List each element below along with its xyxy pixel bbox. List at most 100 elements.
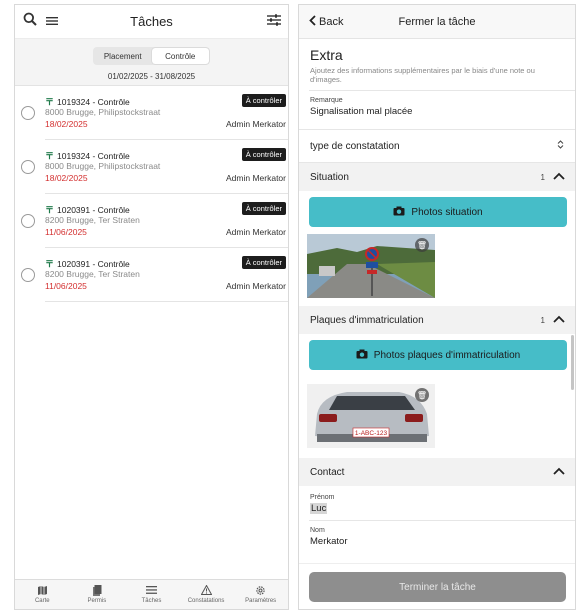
- button-label: Photos plaques d'immatriculation: [373, 349, 521, 361]
- segmented-control: Placement Contrôle: [93, 47, 210, 65]
- trash-icon[interactable]: 🗑: [415, 238, 429, 252]
- task-address: 8000 Brugge, Philipstockstraat: [45, 107, 161, 117]
- date-range[interactable]: 01/02/2025 - 31/08/2025: [15, 72, 288, 81]
- nav-constatations[interactable]: Constatations: [179, 580, 234, 609]
- nav-label: Paramètres: [245, 598, 277, 604]
- task-item[interactable]: 〒 1020391 - Contrôle 8200 Brugge, Ter Str…: [21, 248, 288, 302]
- search-icon[interactable]: [23, 12, 37, 31]
- nav-parametres[interactable]: Paramètres: [233, 580, 288, 609]
- task-date: 18/02/2025: [45, 119, 88, 129]
- chevron-up-icon: [553, 467, 565, 478]
- chevron-up-icon: [553, 172, 565, 183]
- menu-icon[interactable]: [46, 13, 58, 31]
- task-assignee: Admin Merkator: [226, 173, 286, 183]
- extra-title: Extra: [310, 47, 343, 63]
- bottom-nav: Carte Permis Tâches Constatations Paramè…: [15, 579, 288, 609]
- permits-icon: [92, 585, 102, 597]
- task-assignee: Admin Merkator: [226, 281, 286, 291]
- task-address: 8000 Brugge, Philipstockstraat: [45, 161, 161, 171]
- status-badge: À contrôler: [241, 256, 286, 269]
- segment-controle[interactable]: Contrôle: [151, 48, 209, 64]
- status-badge: À contrôler: [241, 202, 286, 215]
- situation-photos-button[interactable]: Photos situation: [309, 197, 567, 227]
- nav-label: Carte: [34, 598, 50, 604]
- plate-number: 1-ABC-123: [355, 430, 388, 437]
- task-radio[interactable]: [21, 268, 35, 282]
- chevron-left-icon: [309, 14, 316, 29]
- last-name-field[interactable]: Nom Merkator: [299, 527, 575, 547]
- footer: Terminer la tâche: [299, 563, 575, 609]
- tasks-screen: Tâches Placement Contrôle 01/02/2025 - 3…: [14, 4, 289, 610]
- chevron-up-down-icon: [557, 140, 564, 152]
- first-name-label: Prénom: [310, 494, 335, 501]
- select-label: type de constatation: [310, 140, 400, 152]
- finish-task-button[interactable]: Terminer la tâche: [309, 572, 566, 602]
- status-badge: À contrôler: [241, 94, 286, 107]
- photo-count: 1: [540, 315, 545, 325]
- nav-permis[interactable]: Permis: [70, 580, 125, 609]
- section-title: Situation: [310, 171, 349, 183]
- observation-type-select[interactable]: type de constatation: [299, 129, 575, 163]
- first-name-wrap: Luc: [299, 501, 575, 514]
- last-name-value: Merkator: [310, 536, 348, 547]
- task-assignee: Admin Merkator: [226, 227, 286, 237]
- task-date: 18/02/2025: [45, 173, 88, 183]
- contact-section-header[interactable]: Contact: [299, 458, 575, 486]
- nav-label: Constatations: [187, 598, 225, 604]
- close-task-screen: Back Fermer la tâche Extra Ajoutez des i…: [298, 4, 576, 610]
- plates-section-header[interactable]: Plaques d'immatriculation 1: [299, 306, 575, 334]
- filter-area: Placement Contrôle 01/02/2025 - 31/08/20…: [15, 39, 288, 86]
- back-button[interactable]: Back: [309, 14, 344, 29]
- gear-icon: [255, 585, 266, 597]
- photo-count: 1: [540, 172, 545, 182]
- task-radio[interactable]: [21, 160, 35, 174]
- chevron-up-icon: [553, 315, 565, 326]
- trash-icon[interactable]: 🗑: [415, 388, 429, 402]
- nav-carte[interactable]: Carte: [15, 580, 70, 609]
- task-item[interactable]: 〒 1019324 - Contrôle 8000 Brugge, Philips…: [21, 86, 288, 140]
- task-item[interactable]: 〒 1020391 - Contrôle 8200 Brugge, Ter Str…: [21, 194, 288, 248]
- scrollbar[interactable]: [571, 335, 574, 390]
- remark-value: Signalisation mal placée: [310, 106, 413, 117]
- situation-section-header[interactable]: Situation 1: [299, 163, 575, 191]
- nav-label: Tâches: [141, 598, 162, 604]
- nav-taches[interactable]: Tâches: [124, 580, 179, 609]
- task-id: 1019324 - Contrôle: [57, 150, 130, 161]
- task-address: 8200 Brugge, Ter Straten: [45, 215, 140, 225]
- task-date: 11/06/2025: [45, 281, 87, 291]
- task-id: 1020391 - Contrôle: [57, 258, 130, 269]
- filter-sliders-icon[interactable]: [266, 13, 281, 31]
- task-id: 1020391 - Contrôle: [57, 204, 130, 215]
- warning-icon: [200, 584, 212, 597]
- task-id: 1019324 - Contrôle: [57, 96, 130, 107]
- task-assignee: Admin Merkator: [226, 119, 286, 129]
- section-title: Plaques d'immatriculation: [310, 314, 424, 326]
- tasks-header: Tâches: [15, 5, 288, 39]
- back-label: Back: [319, 15, 344, 28]
- segment-placement[interactable]: Placement: [94, 48, 152, 64]
- situation-photo[interactable]: 🗑: [307, 234, 435, 298]
- task-item[interactable]: 〒 1019324 - Contrôle 8000 Brugge, Philips…: [21, 140, 288, 194]
- last-name-label: Nom: [310, 527, 325, 534]
- camera-icon: [393, 206, 405, 219]
- task-list: 〒 1019324 - Contrôle 8000 Brugge, Philips…: [15, 86, 288, 302]
- extra-description: Ajoutez des informations supplémentaires…: [310, 66, 535, 84]
- button-label: Photos situation: [411, 206, 483, 218]
- camera-icon: [356, 349, 368, 362]
- page-title: Tâches: [130, 14, 173, 29]
- remark-field[interactable]: Remarque Signalisation mal placée: [299, 97, 575, 117]
- map-icon: [37, 585, 48, 597]
- plate-photos-button[interactable]: Photos plaques d'immatriculation: [309, 340, 567, 370]
- close-task-header: Back Fermer la tâche: [299, 5, 575, 39]
- plate-photo[interactable]: 1-ABC-123 🗑: [307, 384, 435, 448]
- section-title: Contact: [310, 466, 345, 478]
- task-date: 11/06/2025: [45, 227, 87, 237]
- nav-label: Permis: [87, 598, 107, 604]
- first-name-value: Luc: [310, 503, 328, 514]
- close-task-form: Extra Ajoutez des informations supplémen…: [299, 39, 575, 563]
- task-radio[interactable]: [21, 106, 35, 120]
- list-icon: [145, 585, 157, 597]
- status-badge: À contrôler: [241, 148, 286, 161]
- first-name-field[interactable]: Prénom Luc: [299, 486, 575, 514]
- task-radio[interactable]: [21, 214, 35, 228]
